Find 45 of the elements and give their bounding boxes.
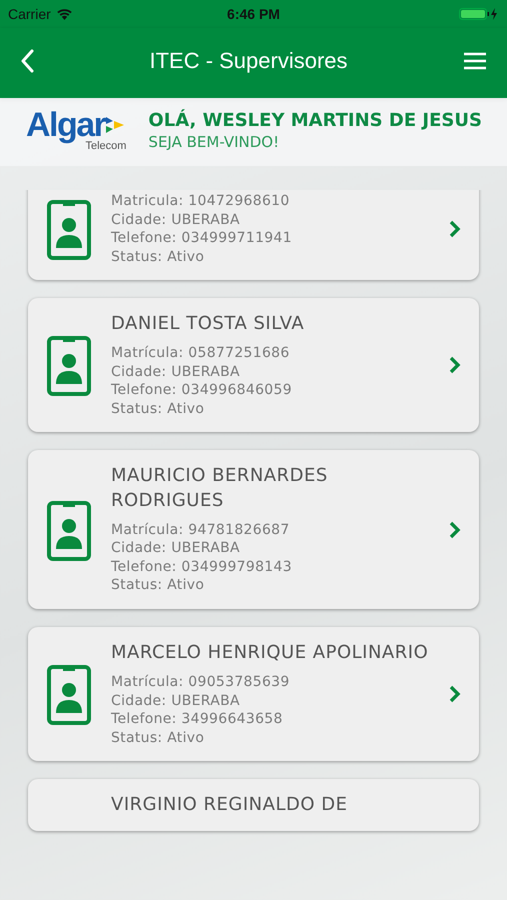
supervisor-detail: Cidade: UBERABA bbox=[111, 539, 241, 558]
supervisor-detail: Status: Ativo bbox=[111, 400, 206, 418]
menu-icon bbox=[463, 52, 487, 70]
chevron-right-icon bbox=[449, 356, 461, 374]
supervisor-detail: Status: Ativo bbox=[111, 576, 206, 595]
supervisor-card[interactable]: MARCELO HENRIQUE APOLINARIO Matrícula: 09053785639 Cidade: UBERABA Telefone: 34996643658 Status: Ativo bbox=[28, 626, 479, 762]
battery-icon bbox=[459, 7, 499, 21]
supervisor-detail: Cidade: UBERABA bbox=[111, 362, 241, 382]
id-badge-icon bbox=[47, 334, 91, 396]
supervisor-detail: Telefone: 34996643658 bbox=[111, 710, 284, 729]
id-badge-icon bbox=[47, 198, 91, 260]
wifi-icon bbox=[56, 8, 73, 20]
supervisor-detail: Matrícula: 94781826687 bbox=[111, 520, 291, 540]
supervisor-detail: Telefone: 034999711941 bbox=[111, 229, 293, 248]
carrier-label: Carrier bbox=[8, 6, 51, 22]
id-badge-icon bbox=[47, 498, 91, 561]
supervisor-card[interactable]: Matricula: 10472968610 Cidade: UBERABA Telefone: 034999711941 Status: Ativo bbox=[28, 190, 479, 280]
back-icon bbox=[20, 49, 34, 73]
supervisor-detail: Telefone: 034996846059 bbox=[111, 381, 293, 400]
supervisor-name: MARCELO HENRIQUE APOLINARIO bbox=[111, 640, 429, 665]
supervisor-card[interactable]: DANIEL TOSTA SILVA Matrícula: 05877251686 Cidade: UBERABA Telefone: 034996846059 Status: Ativo bbox=[28, 298, 479, 432]
welcome-text: SEJA BEM-VINDO! bbox=[148, 133, 280, 152]
supervisor-detail: Cidade: UBERABA bbox=[111, 692, 241, 710]
supervisor-name: VIRGINIO REGINALDO DE bbox=[111, 793, 348, 818]
logo-text: Algar bbox=[26, 108, 106, 142]
supervisor-detail: Status: Ativo bbox=[111, 248, 206, 266]
supervisor-name: MAURICIO BERNARDES RODRIGUES bbox=[111, 464, 329, 513]
supervisor-card[interactable]: MAURICIO BERNARDES RODRIGUES Matrícula: 94781826687 Cidade: UBERABA Telefone: 034999798143 Status: Ativo bbox=[28, 450, 479, 609]
supervisor-detail: Matricula: 10472968610 bbox=[111, 192, 291, 210]
supervisor-name: DANIEL TOSTA SILVA bbox=[111, 312, 306, 336]
supervisor-detail: Matrícula: 05877251686 bbox=[111, 344, 291, 363]
supervisor-card[interactable]: VIRGINIO REGINALDO DE bbox=[28, 779, 479, 832]
clock-time: 6:46 PM bbox=[227, 6, 280, 22]
chevron-right-icon bbox=[449, 520, 461, 539]
id-badge-icon bbox=[47, 663, 91, 726]
chevron-right-icon bbox=[449, 220, 461, 238]
greeting-text: OLÁ, WESLEY MARTINS DE JESUS bbox=[148, 108, 482, 133]
chevron-right-icon bbox=[449, 685, 461, 704]
supervisor-detail: Matrícula: 09053785639 bbox=[111, 673, 291, 692]
supervisor-detail: Status: Ativo bbox=[111, 728, 206, 748]
supervisor-detail: Cidade: UBERABA bbox=[111, 210, 241, 229]
supervisor-detail: Telefone: 034999798143 bbox=[111, 558, 293, 576]
logo-arrows-icon bbox=[106, 116, 126, 134]
logo-subtext: Telecom bbox=[85, 140, 126, 152]
screen-title: ITEC - Supervisores bbox=[149, 48, 348, 74]
